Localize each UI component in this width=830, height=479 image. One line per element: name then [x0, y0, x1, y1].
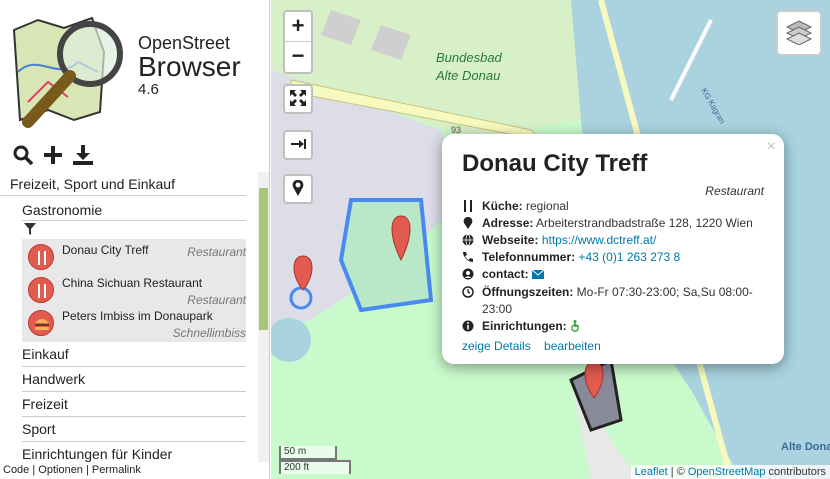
map-attribution: Leaflet | © OpenStreetMap contributors [630, 465, 830, 479]
hours-label: Öffnungszeiten: [482, 285, 574, 299]
code-link[interactable]: Code [3, 464, 29, 476]
fork-knife-icon [28, 277, 54, 303]
app-name-line2: Browser [138, 51, 241, 82]
edit-link[interactable]: bearbeiten [544, 339, 601, 353]
route-button[interactable] [283, 130, 313, 160]
locate-button[interactable] [283, 174, 313, 204]
map-label-alte: Alte Dona [781, 441, 830, 453]
popup-row-einrichtungen: Einrichtungen: [462, 318, 764, 337]
map-scale: 50 m 200 ft [279, 446, 351, 474]
map-marker-icon [462, 217, 474, 229]
app-version: 4.6 [138, 81, 159, 98]
category-list: Freizeit, Sport und Einkauf Gastronomie … [0, 172, 258, 462]
fullscreen-button[interactable] [283, 84, 313, 114]
footer-separator: | [29, 464, 39, 476]
category-einkauf[interactable]: Einkauf [22, 342, 246, 367]
poi-name: China Sichuan Restaurant [62, 276, 203, 290]
popup-row-adresse: Adresse: Arbeiterstrandbadstraße 128, 12… [462, 215, 764, 232]
show-details-link[interactable]: zeige Details [462, 339, 531, 353]
osm-link[interactable]: OpenStreetMap [688, 466, 766, 478]
permalink-link[interactable]: Permalink [92, 464, 141, 476]
popup-row-webseite: Webseite: https://www.dctreff.at/ [462, 232, 764, 249]
scale-imperial: 200 ft [279, 460, 351, 474]
popup-row-oeffnungszeiten: Öffnungszeiten: Mo-Fr 07:30-23:00; Sa,Su… [462, 284, 764, 318]
arrow-right-bar-icon [290, 138, 306, 153]
popup-row-kueche: Küche: regional [462, 198, 764, 215]
app-name-line1: OpenStreet [138, 33, 231, 53]
scrollbar-thumb[interactable] [259, 188, 268, 330]
popup-row-telefon: Telefonnummer: +43 (0)1 263 273 8 [462, 249, 764, 266]
category-gastronomie[interactable]: Gastronomie [22, 196, 246, 221]
poi-donau-city-treff[interactable]: Donau City Treff Restaurant [22, 241, 246, 274]
expand-icon [289, 89, 307, 110]
user-circle-icon [462, 268, 474, 280]
poi-popup: × Donau City Treff Restaurant Küche: reg… [442, 134, 784, 364]
osm-logo [8, 12, 132, 132]
kueche-value: regional [526, 199, 569, 213]
zoom-out-button[interactable]: − [285, 42, 311, 72]
search-icon[interactable] [12, 144, 34, 166]
burger-icon [28, 310, 54, 336]
zoom-in-button[interactable]: + [285, 12, 311, 42]
category-einrichtungen-kinder[interactable]: Einrichtungen für Kinder [22, 442, 246, 462]
phone-icon [462, 251, 474, 263]
category-freizeit[interactable]: Freizeit [22, 392, 246, 417]
clock-icon [462, 286, 474, 298]
facilities-label: Einrichtungen: [482, 319, 567, 333]
adresse-label: Adresse: [482, 216, 534, 230]
poi-type: Schnellimbiss [172, 326, 246, 340]
envelope-icon[interactable] [531, 267, 545, 284]
download-icon[interactable] [72, 144, 94, 166]
leaflet-link[interactable]: Leaflet [635, 466, 668, 478]
attribution-contrib: contributors [765, 466, 826, 478]
category-sport[interactable]: Sport [22, 417, 246, 442]
category-freizeit-sport-einkauf[interactable]: Freizeit, Sport und Einkauf [0, 172, 246, 196]
footer-separator: | [82, 464, 92, 476]
popup-category: Restaurant [705, 184, 764, 198]
poi-name: Peters Imbiss im Donaupark [62, 309, 213, 323]
poi-type: Restaurant [187, 293, 246, 307]
webseite-label: Webseite: [482, 233, 539, 247]
info-circle-icon [462, 320, 474, 332]
wheelchair-icon [570, 320, 581, 337]
globe-icon [462, 234, 474, 246]
telefon-label: Telefonnummer: [482, 250, 576, 264]
map-label-bad1: Bundesbad [436, 50, 503, 65]
plus-icon[interactable] [42, 144, 64, 166]
fork-knife-icon [28, 244, 54, 270]
popup-links: zeige Details bearbeiten [462, 339, 764, 353]
layers-button[interactable] [776, 10, 822, 56]
poi-peters-imbiss[interactable]: Peters Imbiss im Donaupark Schnellimbiss [22, 307, 246, 340]
adresse-value: Arbeiterstrandbadstraße 128, 1220 Wien [536, 216, 753, 230]
poi-china-sichuan[interactable]: China Sichuan Restaurant Restaurant [22, 274, 246, 307]
app-title: OpenStreet Browser 4.6 [138, 34, 241, 97]
map-label-bad2: Alte Donau [435, 68, 500, 83]
map[interactable]: Bundesbad Alte Donau KG Kagran 93 Alte D… [271, 0, 830, 479]
kueche-label: Küche: [482, 199, 523, 213]
popup-close-button[interactable]: × [767, 138, 776, 156]
zoom-control: + − [283, 10, 313, 74]
phone-link[interactable]: +43 (0)1 263 273 8 [578, 250, 680, 264]
contact-label: contact: [482, 267, 529, 281]
sidebar-footer: Code | Optionen | Permalink [0, 462, 269, 479]
popup-row-contact: contact: [462, 266, 764, 284]
attribution-sep: | © [667, 466, 688, 478]
poi-list: Donau City Treff Restaurant China Sichua… [22, 239, 246, 342]
utensils-icon [462, 200, 474, 212]
scale-metric: 50 m [279, 446, 337, 460]
layers-icon [785, 19, 813, 48]
toolbar [12, 144, 94, 166]
sidebar-scrollbar[interactable] [258, 172, 269, 462]
poi-name: Donau City Treff [62, 243, 149, 257]
filter-icon[interactable] [22, 221, 246, 239]
sidebar: OpenStreet Browser 4.6 Freizeit, Sport u… [0, 0, 270, 479]
poi-type: Restaurant [187, 245, 246, 259]
category-handwerk[interactable]: Handwerk [22, 367, 246, 392]
options-link[interactable]: Optionen [38, 464, 83, 476]
location-pin-icon [291, 179, 305, 200]
popup-title: Donau City Treff [462, 150, 648, 177]
website-link[interactable]: https://www.dctreff.at/ [542, 233, 657, 247]
